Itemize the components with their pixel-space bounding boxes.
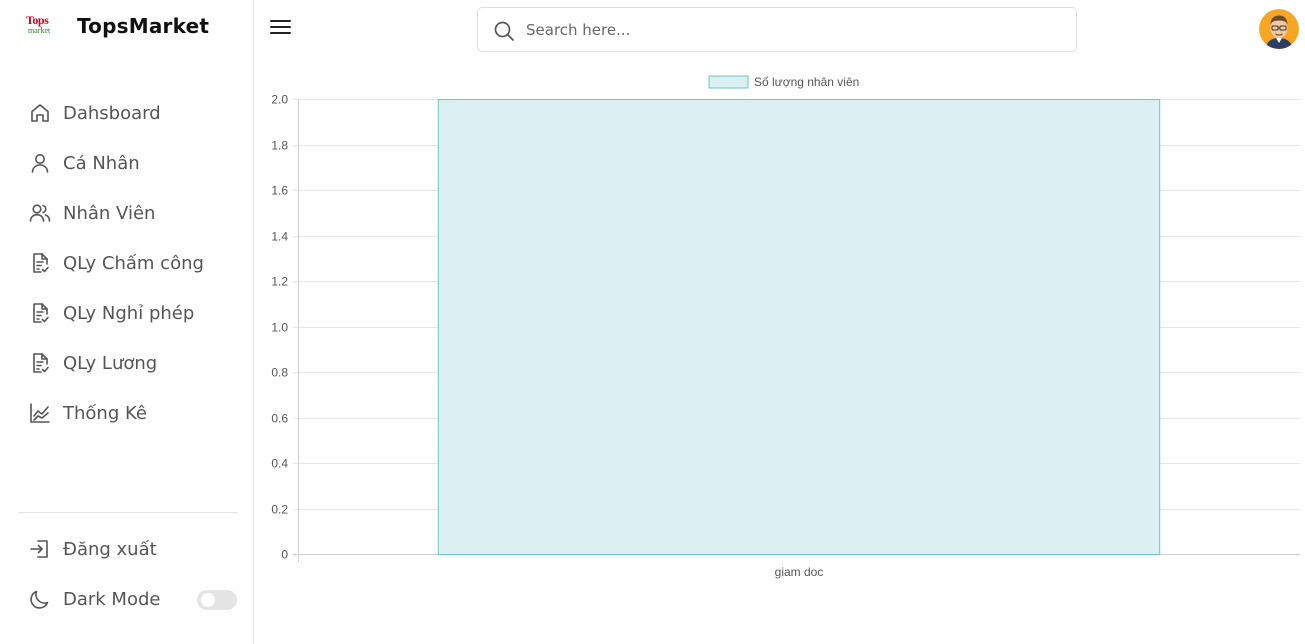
sidebar-item-label: Thống Kê [63,402,147,424]
y-tick-label: 0.8 [271,366,288,380]
y-tick-label: 1.0 [271,321,288,335]
sidebar-item-label: QLy Lương [63,352,158,374]
sidebar-item-label: Nhân Viên [63,202,156,224]
document-check-icon [28,351,52,375]
avatar[interactable] [1259,9,1299,49]
topbar [254,0,1305,58]
dark-mode-row: Dark Mode [18,574,238,624]
toggle-knob [201,593,215,607]
y-tick-label: 2.0 [271,93,288,107]
document-check-icon [28,301,52,325]
y-tick-label: 1.6 [271,184,288,198]
menu-bar [270,20,291,22]
sidebar-item-leave[interactable]: QLy Nghỉ phép [18,288,238,338]
y-tick-label: 1.8 [271,139,288,153]
sidebar-bottom: Đăng xuất Dark Mode [18,524,238,624]
main-content: 0 0.2 0.4 0.6 0.8 1.0 1.2 1.4 1.6 1.8 2.0 giam doc … [254,58,1305,644]
employee-count-chart: 00.20.40.60.81.01.21.41.61.82.0giam doc … [271,75,1300,579]
document-check-icon [28,251,52,275]
sidebar-item-dashboard[interactable]: Dahsboard [18,88,238,138]
chart-bars [437,99,1161,555]
search-box [477,7,1077,52]
sidebar-item-label: Cá Nhân [63,152,140,174]
topsmarket-logo[interactable]: Tops market [26,14,58,38]
sidebar-item-salary[interactable]: QLy Lương [18,338,238,388]
logout-button[interactable]: Đăng xuất [18,524,238,574]
menu-bar [270,26,291,28]
sidebar-item-personal[interactable]: Cá Nhân [18,138,238,188]
users-icon [28,201,52,225]
sidebar-item-label: Dahsboard [63,102,161,124]
home-icon [28,101,52,125]
sidebar-nav: Dahsboard Cá Nhân Nhân Viên QLy Chấm côn… [18,88,238,438]
y-tick-label: 0.6 [271,412,288,426]
user-icon [28,151,52,175]
hamburger-menu-button[interactable] [270,18,292,38]
sidebar-item-statistics[interactable]: Thống Kê [18,388,238,438]
moon-icon [28,587,52,611]
sidebar-item-label: QLy Nghỉ phép [63,302,195,324]
legend-swatch [708,75,749,89]
logout-icon [28,537,52,561]
sidebar-item-label: QLy Chấm công [63,252,204,274]
menu-bar [270,32,291,34]
x-tick-label: giam doc [775,565,824,579]
y-tick-label: 0.4 [271,457,288,471]
y-tick-label: 0 [281,548,288,562]
y-tick-label: 1.2 [271,275,288,289]
chart-legend[interactable]: Số lượng nhân viên [708,75,859,89]
legend-label: Số lượng nhân viên [754,75,859,89]
y-tick-label: 1.4 [271,230,288,244]
sidebar-item-employees[interactable]: Nhân Viên [18,188,238,238]
sidebar: Tops market TopsMarket Dahsboard Cá Nhân… [0,0,254,644]
logout-label: Đăng xuất [63,538,157,560]
logo-text-market: market [28,26,51,35]
line-chart-icon [28,401,52,425]
sidebar-item-attendance[interactable]: QLy Chấm công [18,238,238,288]
sidebar-divider [18,512,238,513]
brand-name: TopsMarket [77,14,210,38]
search-icon [492,19,516,43]
dark-mode-label: Dark Mode [63,588,161,610]
logo-text-tops: Tops [26,13,49,27]
search-input[interactable] [526,16,1056,44]
chart-bar [437,99,1161,555]
dark-mode-toggle[interactable] [197,590,237,610]
y-tick-label: 0.2 [271,503,288,517]
